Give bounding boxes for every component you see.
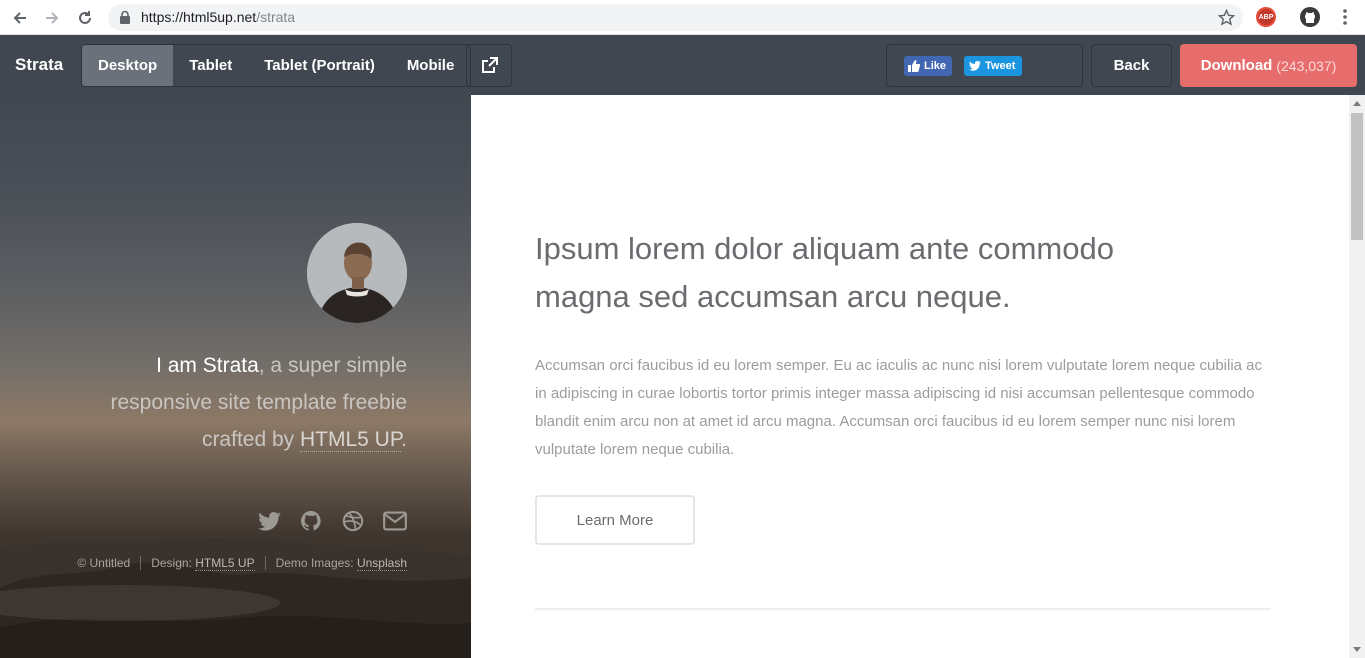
learn-more-button[interactable]: Learn More <box>535 495 695 545</box>
demo-toolbar: Strata Desktop Tablet Tablet (Portrait) … <box>0 35 1365 95</box>
like-label: Like <box>924 60 947 72</box>
twitter-icon[interactable] <box>257 509 281 533</box>
back-arrow-icon[interactable] <box>9 7 31 29</box>
reload-icon[interactable] <box>74 7 96 29</box>
design-link[interactable]: HTML5 UP <box>195 556 255 571</box>
browser-menu-icon[interactable] <box>1335 7 1355 27</box>
external-link-button[interactable] <box>466 44 512 87</box>
page-scrollbar[interactable] <box>1349 95 1365 658</box>
external-link-icon <box>481 57 498 73</box>
forward-arrow-icon[interactable] <box>41 7 63 29</box>
bookmark-star-icon[interactable] <box>1217 8 1236 31</box>
viewport-tablet-portrait[interactable]: Tablet (Portrait) <box>248 45 391 86</box>
github-extension-icon[interactable] <box>1300 7 1320 27</box>
scroll-thumb[interactable] <box>1351 113 1363 240</box>
template-name: Strata <box>15 55 64 74</box>
design-label: Design: <box>151 556 192 570</box>
viewport-desktop[interactable]: Desktop <box>82 45 174 86</box>
back-button[interactable]: Back <box>1091 44 1172 87</box>
url-host: https://html5up.net <box>141 9 257 25</box>
url-path: /strata <box>256 9 296 25</box>
thumbs-up-icon <box>908 60 920 72</box>
facebook-like-button[interactable]: Like <box>904 56 953 76</box>
copyright-design: Design: HTML5 UP <box>140 556 264 571</box>
unsplash-link[interactable]: Unsplash <box>356 556 407 571</box>
download-label: Download <box>1200 57 1273 74</box>
intro-period: . <box>401 428 407 451</box>
sidebar-header: I am Strata, a super simple responsive s… <box>0 95 471 658</box>
scroll-down-arrow-icon[interactable] <box>1349 642 1365 658</box>
social-share-box: Like Tweet <box>886 44 1083 87</box>
github-icon[interactable] <box>299 509 323 533</box>
adblock-plus-icon[interactable]: ABP <box>1256 7 1276 27</box>
intro-text: I am Strata, a super simple responsive s… <box>77 347 407 458</box>
background-landscape <box>0 538 471 658</box>
dribbble-icon[interactable] <box>341 509 365 533</box>
address-bar[interactable]: https://html5up.net/strata <box>108 4 1243 31</box>
main-content: Ipsum lorem dolor aliquam ante commodo m… <box>471 95 1349 658</box>
viewport-mobile[interactable]: Mobile <box>391 45 470 86</box>
url-text[interactable]: https://html5up.net/strata <box>141 9 295 25</box>
social-icons <box>257 509 407 533</box>
lock-icon <box>120 10 130 29</box>
page-title: Ipsum lorem dolor aliquam ante commodo m… <box>535 231 1114 314</box>
scroll-up-arrow-icon[interactable] <box>1349 95 1365 111</box>
viewport-tablet[interactable]: Tablet <box>173 45 248 86</box>
intro-paragraph: Accumsan orci faucibus id eu lorem sempe… <box>535 357 1263 458</box>
envelope-icon[interactable] <box>383 509 407 533</box>
copyright-footer: © Untitled Design: HTML5 UP Demo Images:… <box>67 556 407 571</box>
avatar <box>307 223 407 323</box>
copyright-owner: © Untitled <box>77 556 131 570</box>
twitter-bird-icon <box>969 61 981 71</box>
section-divider <box>535 608 1271 610</box>
download-count: (243,037) <box>1276 57 1337 74</box>
html5up-link[interactable]: HTML5 UP <box>300 428 402 452</box>
download-button[interactable]: Download (243,037) <box>1180 44 1357 87</box>
copyright-images: Demo Images: Unsplash <box>264 556 407 571</box>
images-label: Demo Images: <box>275 556 354 570</box>
intro-strong: I am Strata <box>156 354 259 377</box>
viewport-switcher: Desktop Tablet Tablet (Portrait) Mobile <box>81 44 472 87</box>
twitter-tweet-button[interactable]: Tweet <box>964 56 1023 76</box>
browser-toolbar: https://html5up.net/strata ABP <box>0 0 1365 35</box>
tweet-label: Tweet <box>985 60 1016 72</box>
